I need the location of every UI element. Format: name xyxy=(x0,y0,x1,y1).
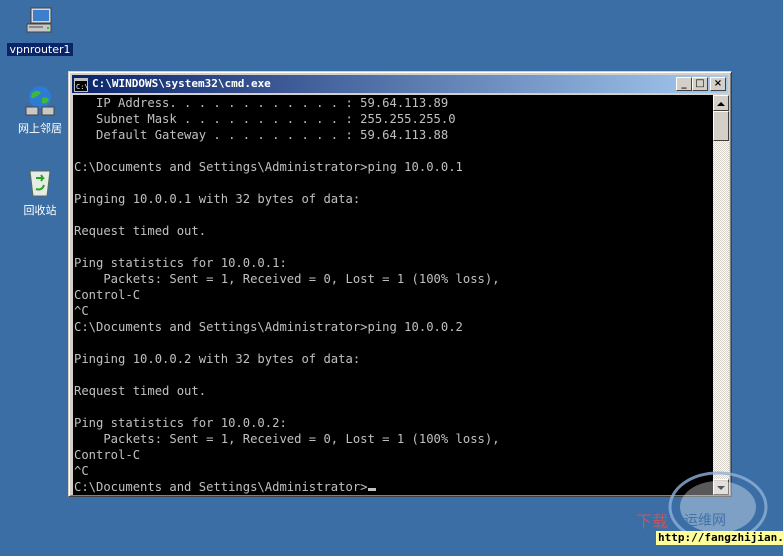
recycle-bin-icon xyxy=(23,165,57,199)
scroll-up-button[interactable] xyxy=(713,95,729,111)
svg-text:C:\: C:\ xyxy=(76,83,88,91)
svg-text:运维网: 运维网 xyxy=(684,513,726,529)
scroll-thumb[interactable] xyxy=(713,111,729,141)
maximize-button[interactable]: □ xyxy=(692,77,708,91)
console-text: IP Address. . . . . . . . . . . . : 59.6… xyxy=(74,96,500,494)
desktop-icon-label: 回收站 xyxy=(23,204,57,217)
vertical-scrollbar[interactable] xyxy=(713,95,729,495)
watermark: 下载 运维网 http://fangzhijian.net xyxy=(626,455,783,552)
title-bar[interactable]: C:\ C:\WINDOWS\system32\cmd.exe _ □ × xyxy=(72,75,728,93)
close-button[interactable]: × xyxy=(710,77,726,91)
text-cursor xyxy=(367,488,376,491)
desktop-icon-label: 网上邻居 xyxy=(18,122,62,135)
watermark-url: http://fangzhijian.net xyxy=(656,531,783,545)
computer-icon xyxy=(23,4,57,38)
desktop-icon-network-places[interactable]: 网上邻居 xyxy=(5,83,75,136)
network-places-icon xyxy=(23,83,57,117)
desktop-icon-recycle-bin[interactable]: 回收站 xyxy=(5,165,75,218)
cmd-icon[interactable]: C:\ xyxy=(74,77,89,92)
desktop-icon-vpnrouter1[interactable]: vpnrouter1 xyxy=(5,4,75,57)
svg-text:下载: 下载 xyxy=(636,512,668,531)
window-title: C:\WINDOWS\system32\cmd.exe xyxy=(92,77,271,90)
console-prompt[interactable]: C:\Documents and Settings\Administrator> xyxy=(74,480,368,494)
minimize-button[interactable]: _ xyxy=(676,77,692,91)
desktop-icon-label: vpnrouter1 xyxy=(7,43,73,56)
arrow-up-icon xyxy=(717,102,725,106)
console-output[interactable]: IP Address. . . . . . . . . . . . : 59.6… xyxy=(73,95,713,495)
cmd-window[interactable]: C:\ C:\WINDOWS\system32\cmd.exe _ □ × IP… xyxy=(68,71,732,497)
